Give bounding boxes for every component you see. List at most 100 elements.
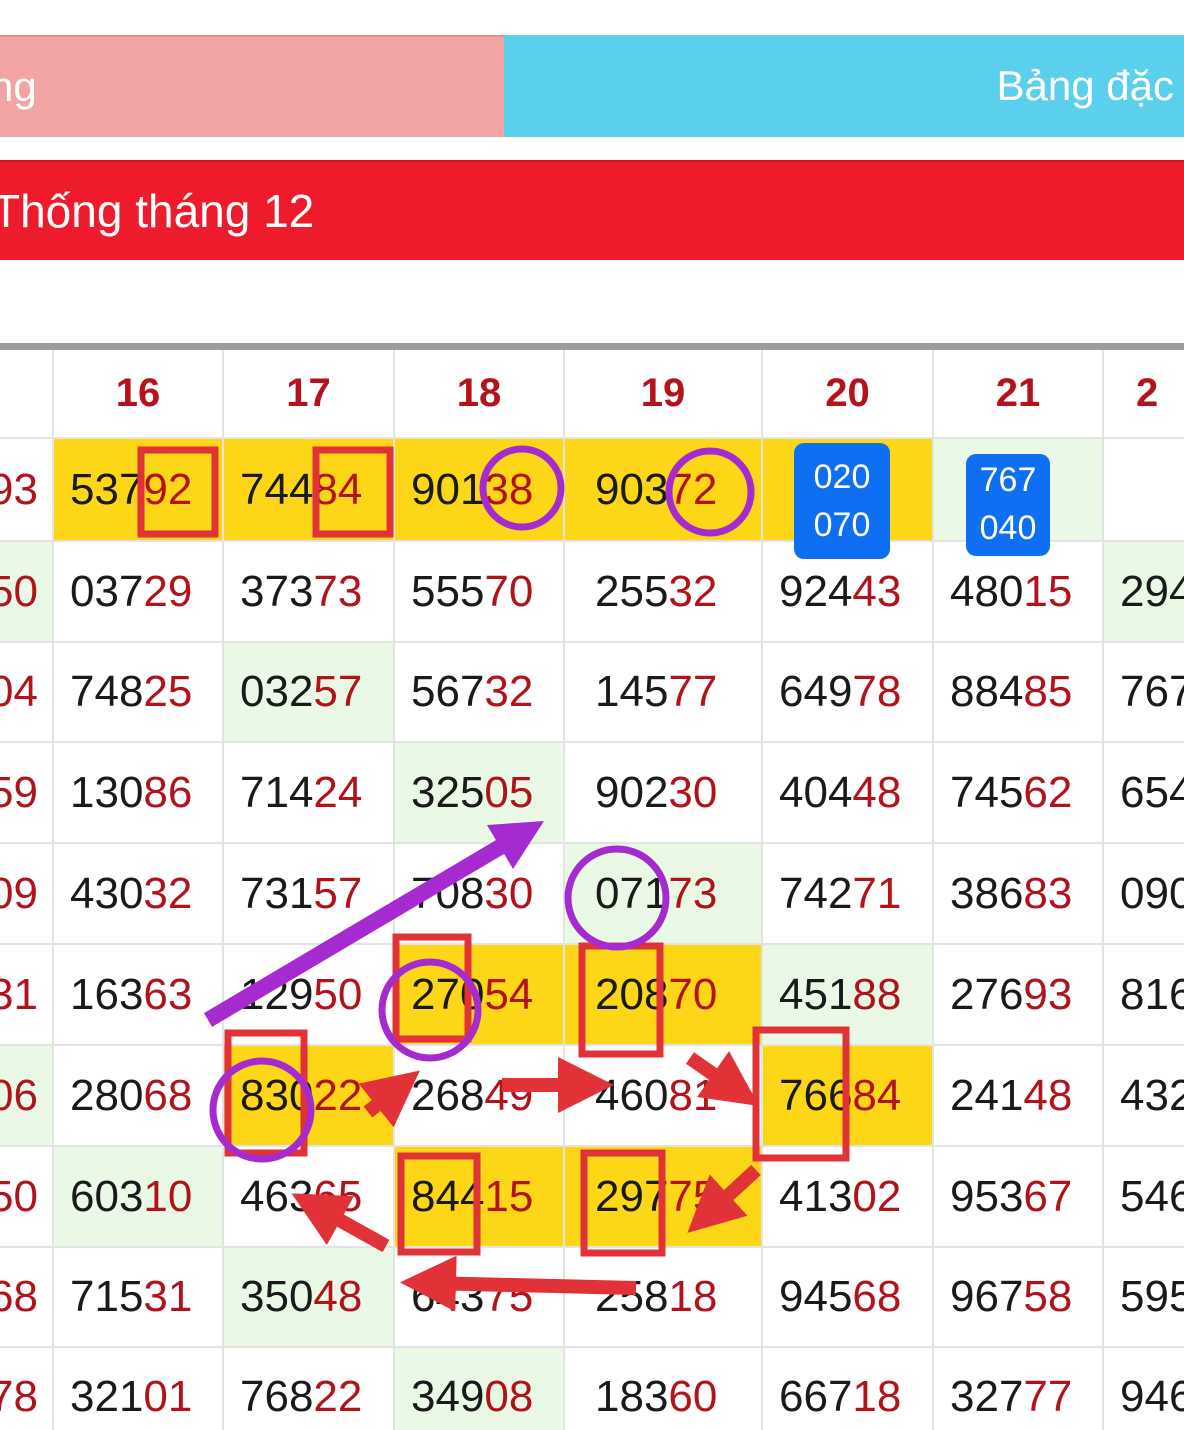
cell-head-digits: 748 — [70, 667, 144, 716]
badge-line: 020 — [813, 458, 871, 496]
table-cell: 714 24 — [224, 743, 395, 844]
cell-tail-digits: 09 — [0, 868, 38, 918]
table-cell: 032 57 — [224, 643, 395, 743]
cell-head-digits: 714 — [240, 767, 314, 817]
table-cell: 884 85 — [934, 643, 1104, 743]
table-cell: 830 22 — [224, 1046, 395, 1147]
cell-head-digits: 731 — [240, 868, 314, 918]
result-badge[interactable]: 767 040 — [966, 454, 1050, 556]
table-cell: 268 49 — [395, 1046, 565, 1147]
cell-head-digits: 708 — [411, 868, 485, 918]
cell-head-digits: 953 — [950, 1171, 1024, 1221]
table-cell: 432 — [1104, 1046, 1184, 1147]
table-cell: 50 — [0, 542, 54, 643]
table-cell: 480 15 — [934, 542, 1104, 643]
tab-special-table[interactable]: Bảng đặc — [504, 35, 1184, 137]
cell-head-digits: 413 — [779, 1171, 853, 1221]
cell-head-digits: 667 — [779, 1372, 853, 1421]
cell-tail-digits: 75 — [484, 1272, 534, 1321]
tab-right-label: Bảng đặc — [996, 62, 1174, 109]
table-cell: 766 84 — [763, 1046, 934, 1147]
badge-line: 070 — [813, 506, 871, 544]
table-cell: 413 02 — [763, 1147, 934, 1248]
cell-tail-digits: 72 — [668, 464, 718, 514]
table-cell: 901 38 — [395, 439, 565, 542]
table-cell: 241 48 — [934, 1046, 1104, 1147]
cell-tail-digits: 84 — [313, 464, 363, 514]
header-cell: 19 — [565, 350, 763, 439]
table-cell: 667 18 — [763, 1348, 934, 1430]
cell-tail-digits: 38 — [484, 464, 534, 514]
cell-head-digits: 643 — [411, 1272, 485, 1321]
table-cell: 430 32 — [54, 844, 224, 945]
cell-head-digits: 744 — [240, 464, 314, 514]
table-cell — [1104, 439, 1184, 542]
cell-head-digits: 546 — [1120, 1171, 1184, 1221]
table-cell: 78 — [0, 1348, 54, 1430]
cell-head-digits: 404 — [779, 767, 853, 817]
cell-tail-digits: 59 — [0, 767, 38, 817]
cell-tail-digits: 62 — [1023, 767, 1073, 817]
cell-tail-digits: 24 — [313, 767, 363, 817]
tab-left[interactable]: ng — [0, 35, 504, 137]
cell-head-digits: 745 — [950, 767, 1024, 817]
cell-head-digits: 715 — [70, 1272, 144, 1321]
cell-head-digits: 460 — [595, 1070, 669, 1120]
cell-head-digits: 767 — [1120, 667, 1184, 716]
table-cell: 537 92 — [54, 439, 224, 542]
table-cell: 373 73 — [224, 542, 395, 643]
cell-head-digits: 145 — [595, 667, 669, 716]
result-badge[interactable]: 020 070 — [794, 443, 890, 559]
table-cell: 742 71 — [763, 844, 934, 945]
table-cell: 090 — [1104, 844, 1184, 945]
cell-head-digits: 071 — [595, 868, 669, 918]
table-cell: 946 — [1104, 1348, 1184, 1430]
cell-tail-digits: 68 — [852, 1272, 902, 1321]
cell-head-digits: 816 — [1120, 969, 1184, 1019]
table-cell: 255 32 — [565, 542, 763, 643]
header-cell: 21 — [934, 350, 1104, 439]
cell-tail-digits: 78 — [0, 1372, 38, 1421]
cell-tail-digits: 15 — [484, 1171, 534, 1221]
table-cell: 643 75 — [395, 1248, 565, 1348]
table-cell: 748 25 — [54, 643, 224, 743]
table-cell: 546 — [1104, 1147, 1184, 1248]
table-cell: 280 68 — [54, 1046, 224, 1147]
table-cell: 183 60 — [565, 1348, 763, 1430]
cell-head-digits: 463 — [240, 1171, 314, 1221]
cell-tail-digits: 48 — [313, 1272, 363, 1321]
cell-head-digits: 294 — [1120, 566, 1184, 616]
table-cell: 294 — [1104, 542, 1184, 643]
cell-tail-digits: 63 — [143, 969, 193, 1019]
cell-tail-digits: 15 — [1023, 566, 1073, 616]
table-cell: 460 81 — [565, 1046, 763, 1147]
tab-bar: ng Bảng đặc — [0, 35, 1184, 137]
tab-left-label: ng — [0, 63, 37, 110]
table-cell: 816 — [1104, 945, 1184, 1046]
table-cell: 31 — [0, 945, 54, 1046]
cell-tail-digits: 50 — [0, 566, 38, 616]
cell-tail-digits: 02 — [852, 1171, 902, 1221]
cell-head-digits: 270 — [411, 969, 485, 1019]
badge-line: 767 — [979, 461, 1037, 499]
cell-tail-digits: 30 — [668, 767, 718, 817]
cell-head-digits: 567 — [411, 667, 485, 716]
cell-tail-digits: 22 — [313, 1372, 363, 1421]
table-cell: 59 — [0, 743, 54, 844]
cell-head-digits: 373 — [240, 566, 314, 616]
cell-head-digits: 844 — [411, 1171, 485, 1221]
cell-tail-digits: 81 — [668, 1070, 718, 1120]
cell-head-digits: 183 — [595, 1372, 669, 1421]
cell-head-digits: 280 — [70, 1070, 144, 1120]
section-banner: Thống tháng 12 — [0, 160, 1184, 260]
table-cell: 349 08 — [395, 1348, 565, 1430]
table-cell: 327 77 — [934, 1348, 1104, 1430]
table-cell: 463 65 — [224, 1147, 395, 1248]
table-cell: 745 62 — [934, 743, 1104, 844]
table-cell: 163 63 — [54, 945, 224, 1046]
cell-tail-digits: 75 — [668, 1171, 718, 1221]
cell-tail-digits: 70 — [484, 566, 534, 616]
cell-tail-digits: 01 — [143, 1372, 193, 1421]
table-cell: 130 86 — [54, 743, 224, 844]
table-cell: 451 88 — [763, 945, 934, 1046]
